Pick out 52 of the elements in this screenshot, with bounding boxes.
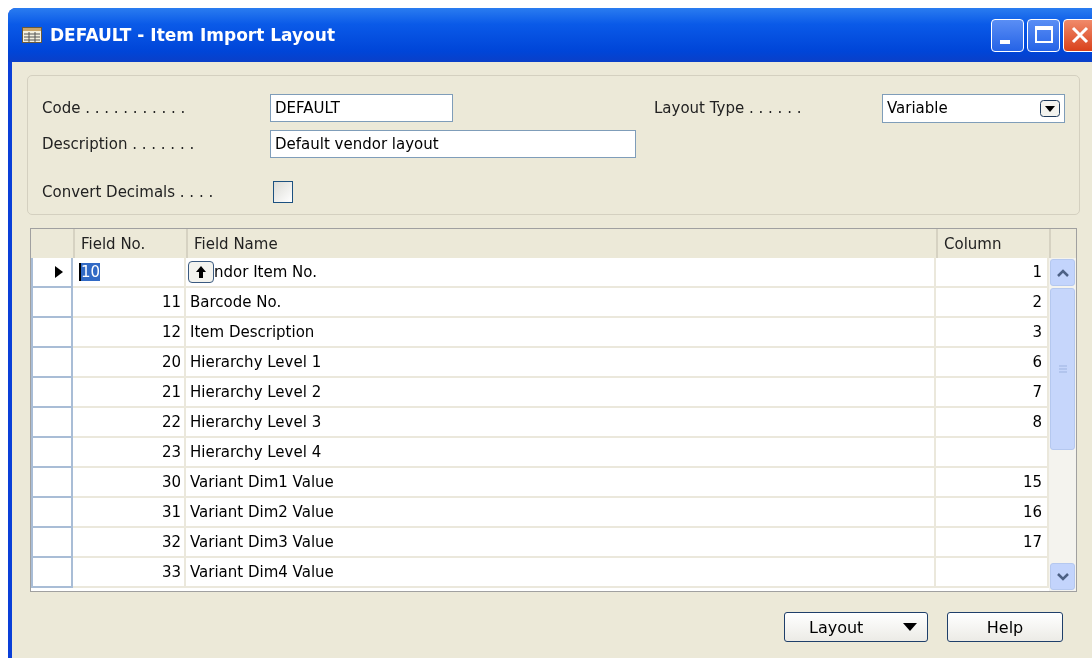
table-cell: Hierarchy Level 4	[190, 443, 322, 461]
lookup-button[interactable]	[188, 261, 214, 283]
column-header[interactable]: Column	[944, 234, 1002, 253]
close-button[interactable]	[1063, 18, 1092, 52]
window-title: DEFAULT - Item Import Layout	[50, 25, 336, 45]
layout-menu-button[interactable]: Layout	[784, 612, 928, 642]
up-chevron-icon	[1055, 267, 1070, 278]
table-cell: ndor Item No.	[214, 263, 317, 281]
maximize-button[interactable]	[1027, 18, 1060, 52]
field-label: Code . . . . . . . . . . .	[42, 99, 187, 117]
table-cell: 33	[161, 563, 181, 581]
table-cell: 23	[161, 443, 181, 461]
table-cell: Item Description	[190, 323, 315, 341]
table-cell: 31	[161, 503, 181, 521]
caret-icon	[903, 623, 917, 631]
table-cell: Variant Dim3 Value	[190, 533, 334, 551]
table-cell: 21	[161, 383, 181, 401]
description-field[interactable]: Default vendor layout	[270, 130, 636, 158]
table-cell: 22	[161, 413, 181, 431]
scrollbar[interactable]	[1049, 258, 1076, 591]
code-field[interactable]: DEFAULT	[270, 94, 453, 122]
table-cell: Hierarchy Level 3	[190, 413, 322, 431]
table-cell: Variant Dim1 Value	[190, 473, 334, 491]
table-cell: Variant Dim4 Value	[190, 563, 334, 581]
help-button[interactable]: Help	[947, 612, 1063, 642]
table-cell: 30	[161, 473, 181, 491]
scroll-up-button[interactable]	[1050, 259, 1075, 286]
field-label: Description . . . . . . .	[42, 135, 196, 153]
table-cell: 20	[161, 353, 181, 371]
table-cell: Hierarchy Level 2	[190, 383, 322, 401]
minimize-icon	[999, 40, 1010, 44]
table-cell: 32	[161, 533, 181, 551]
column-header[interactable]: Field Name	[194, 234, 278, 253]
down-chevron-icon	[1055, 571, 1070, 582]
field-label: Layout Type . . . . . .	[654, 99, 803, 117]
up-arrow-icon	[195, 265, 207, 279]
table-cell: Variant Dim2 Value	[190, 503, 334, 521]
table-cell: Barcode No.	[190, 293, 282, 311]
table-cell: 10	[79, 263, 101, 281]
table-cell: 11	[161, 293, 181, 311]
row-selector[interactable]	[31, 258, 73, 288]
current-row-icon	[55, 266, 63, 278]
table-cell: Hierarchy Level 1	[190, 353, 322, 371]
minimize-button[interactable]	[991, 18, 1024, 52]
scroll-down-button[interactable]	[1050, 563, 1075, 590]
layout-type-dropdown[interactable]: Variable	[882, 93, 1065, 123]
table-icon	[22, 27, 42, 43]
field-label: Convert Decimals . . . .	[42, 183, 215, 201]
checkbox[interactable]	[273, 181, 293, 203]
table-cell: 12	[161, 323, 181, 341]
column-header[interactable]: Field No.	[81, 234, 146, 253]
scroll-thumb[interactable]	[1050, 288, 1075, 450]
